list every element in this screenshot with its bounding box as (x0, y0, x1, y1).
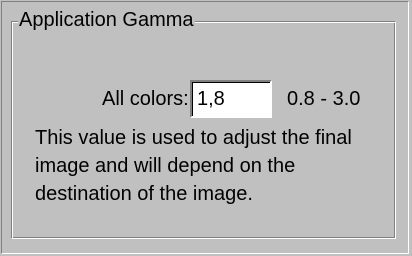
gamma-value-input[interactable] (190, 80, 272, 118)
groupbox-title: Application Gamma (18, 8, 195, 32)
gamma-description: This value is used to adjust the final i… (35, 127, 352, 205)
gamma-range-text: 0.8 - 3.0 (287, 88, 361, 110)
all-colors-label: All colors: (102, 88, 189, 110)
